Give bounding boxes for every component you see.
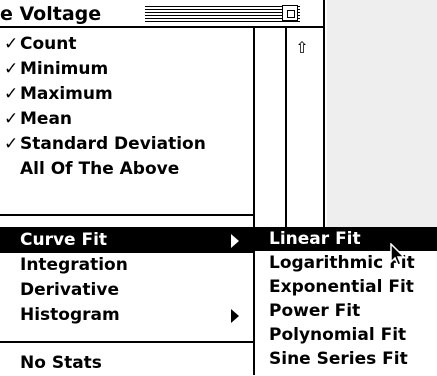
arrow-up-icon[interactable]: ⇧	[292, 38, 312, 58]
menu-separator	[0, 214, 253, 216]
submenu-item-polynomial-fit[interactable]: Polynomial Fit	[255, 323, 437, 347]
menu-item-standard-deviation[interactable]: ✓ Standard Deviation	[0, 131, 253, 157]
mouse-pointer-icon	[390, 243, 406, 266]
menu-item-curve-fit[interactable]: Curve Fit	[0, 227, 253, 253]
menu-item-histogram[interactable]: Histogram	[0, 302, 253, 328]
submenu-item-label: Linear Fit	[269, 229, 361, 249]
menu-item-derivative[interactable]: Derivative	[0, 277, 253, 303]
submenu-item-power-fit[interactable]: Power Fit	[255, 299, 437, 323]
check-icon: ✓	[4, 84, 19, 104]
menu-item-label: Histogram	[20, 305, 120, 325]
check-icon: ✓	[4, 59, 19, 79]
curve-fit-submenu: Linear Fit Logarithmic Fit Exponential F…	[255, 227, 437, 375]
check-icon: ✓	[4, 109, 19, 129]
menu-item-label: Standard Deviation	[20, 134, 206, 154]
menu-item-label: All Of The Above	[20, 159, 180, 179]
zoom-box-icon[interactable]	[282, 5, 298, 21]
submenu-item-sine-series-fit[interactable]: Sine Series Fit	[255, 347, 437, 371]
menu-item-label: Curve Fit	[20, 230, 108, 250]
check-icon: ✓	[4, 34, 19, 54]
title-bar-stripes	[145, 6, 300, 22]
menu-item-label: Maximum	[20, 84, 113, 104]
stats-menu: ✓ Count ✓ Minimum ✓ Maximum ✓ Mean ✓ Sta…	[0, 28, 255, 375]
menu-item-count[interactable]: ✓ Count	[0, 31, 253, 57]
submenu-item-label: Polynomial Fit	[269, 325, 407, 345]
triangle-right-icon	[231, 234, 239, 248]
menu-item-label: Integration	[20, 255, 128, 275]
menu-separator	[0, 341, 253, 343]
window-title: e Voltage	[0, 2, 108, 26]
submenu-item-label: Sine Series Fit	[269, 349, 408, 369]
menu-item-integration[interactable]: Integration	[0, 252, 253, 278]
menu-item-label: Derivative	[20, 280, 119, 300]
menu-item-label: No Stats	[20, 353, 102, 373]
submenu-item-label: Exponential Fit	[269, 277, 414, 297]
submenu-item-linear-fit[interactable]: Linear Fit	[255, 227, 437, 251]
menu-item-all-of-the-above[interactable]: All Of The Above	[0, 156, 253, 182]
submenu-item-label: Power Fit	[269, 301, 361, 321]
triangle-right-icon	[231, 309, 239, 323]
menu-item-label: Mean	[20, 109, 73, 129]
menu-item-label: Minimum	[20, 59, 109, 79]
submenu-item-exponential-fit[interactable]: Exponential Fit	[255, 275, 437, 299]
submenu-item-logarithmic-fit[interactable]: Logarithmic Fit	[255, 251, 437, 275]
menu-item-maximum[interactable]: ✓ Maximum	[0, 81, 253, 107]
menu-item-label: Count	[20, 34, 77, 54]
window-title-bar[interactable]: e Voltage	[0, 0, 325, 28]
check-icon: ✓	[4, 134, 19, 154]
menu-item-mean[interactable]: ✓ Mean	[0, 106, 253, 132]
menu-item-no-stats[interactable]: No Stats	[0, 350, 253, 376]
menu-item-minimum[interactable]: ✓ Minimum	[0, 56, 253, 82]
